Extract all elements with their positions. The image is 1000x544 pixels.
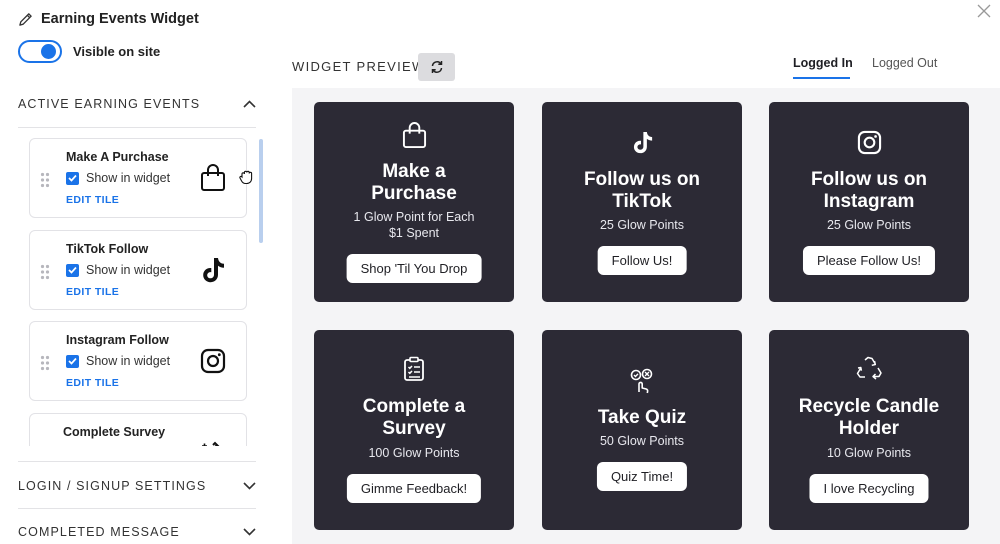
edit-tile-link[interactable]: EDIT TILE bbox=[66, 194, 119, 206]
show-in-widget-checkbox[interactable] bbox=[66, 354, 79, 368]
grab-cursor-icon bbox=[239, 170, 253, 185]
show-in-widget-row: Show in widget bbox=[66, 354, 170, 368]
magic-wand-icon bbox=[198, 436, 228, 446]
preview-card-recycle-candle-holder: Recycle Candle Holder 10 Glow Points I l… bbox=[769, 330, 969, 530]
card-subtitle: 10 Glow Points bbox=[826, 446, 912, 460]
clipboard-icon bbox=[314, 356, 514, 382]
drag-handle-icon[interactable] bbox=[40, 172, 50, 188]
card-title: Make a bbox=[382, 161, 446, 182]
widget-editor: Earning Events Widget Visible on site AC… bbox=[0, 0, 1000, 544]
recycle-icon bbox=[769, 356, 969, 382]
card-title: Purchase bbox=[371, 183, 457, 204]
card-subtitle: 25 Glow Points bbox=[599, 218, 685, 232]
visibility-row: Visible on site bbox=[18, 40, 160, 63]
card-button[interactable]: Gimme Feedback! bbox=[346, 474, 482, 503]
divider bbox=[18, 508, 256, 509]
tile-name: TikTok Follow bbox=[66, 242, 149, 256]
chevron-down-icon bbox=[242, 525, 256, 539]
card-title: Survey bbox=[382, 418, 446, 439]
instagram-icon bbox=[198, 346, 228, 376]
earning-events-list[interactable]: Make A Purchase Show in widget EDIT TILE… bbox=[29, 138, 249, 446]
refresh-button[interactable] bbox=[418, 53, 455, 81]
section-title: ACTIVE EARNING EVENTS bbox=[18, 97, 201, 111]
section-title: LOGIN / SIGNUP SETTINGS bbox=[18, 479, 207, 493]
card-button[interactable]: Follow Us! bbox=[597, 246, 687, 275]
card-subtitle: 50 Glow Points bbox=[599, 434, 685, 448]
card-subtitle: 100 Glow Points bbox=[368, 446, 460, 460]
drag-handle-icon[interactable] bbox=[40, 264, 50, 280]
refresh-icon bbox=[431, 61, 442, 73]
pencil-icon[interactable] bbox=[18, 12, 33, 27]
list-scrollbar[interactable] bbox=[259, 139, 263, 243]
chevron-up-icon bbox=[242, 97, 256, 111]
card-button[interactable]: Please Follow Us! bbox=[802, 246, 936, 275]
show-in-widget-checkbox[interactable] bbox=[66, 263, 79, 277]
settings-panel: Earning Events Widget Visible on site AC… bbox=[0, 0, 263, 544]
panel-header: Earning Events Widget bbox=[18, 11, 199, 27]
card-title: Follow us on bbox=[583, 169, 701, 190]
show-in-widget-checkbox[interactable] bbox=[66, 171, 79, 185]
card-title: Complete a bbox=[362, 396, 466, 417]
event-tile-tiktok-follow[interactable]: TikTok Follow Show in widget EDIT TILE bbox=[29, 230, 247, 310]
card-subtitle: 25 Glow Points bbox=[826, 218, 912, 232]
preview-card-tiktok: Follow us on TikTok 25 Glow Points Follo… bbox=[542, 102, 742, 302]
card-title: TikTok bbox=[612, 191, 672, 212]
tiktok-icon bbox=[542, 130, 742, 155]
event-tile-instagram-follow[interactable]: Instagram Follow Show in widget EDIT TIL… bbox=[29, 321, 247, 401]
card-button[interactable]: I love Recycling bbox=[809, 474, 929, 503]
section-completed-message[interactable]: COMPLETED MESSAGE bbox=[18, 522, 256, 542]
tile-name: Make A Purchase bbox=[66, 150, 169, 164]
show-in-widget-label: Show in widget bbox=[86, 354, 171, 368]
drag-handle-icon[interactable] bbox=[40, 355, 50, 371]
card-title: Recycle Candle bbox=[798, 396, 940, 417]
edit-tile-link[interactable]: EDIT TILE bbox=[66, 286, 119, 298]
chevron-down-icon bbox=[242, 479, 256, 493]
show-in-widget-row: Show in widget bbox=[66, 171, 170, 185]
visible-toggle[interactable] bbox=[18, 40, 62, 63]
widget-preview-label: WIDGET PREVIEW bbox=[292, 59, 426, 74]
preview-card-instagram: Follow us on Instagram 25 Glow Points Pl… bbox=[769, 102, 969, 302]
tile-name: Instagram Follow bbox=[66, 333, 169, 347]
shopping-bag-icon bbox=[314, 122, 514, 149]
tab-logged-out[interactable]: Logged Out bbox=[872, 56, 937, 70]
edit-tile-link[interactable]: EDIT TILE bbox=[66, 377, 119, 389]
widget-title: Earning Events Widget bbox=[41, 11, 199, 27]
visible-label: Visible on site bbox=[73, 44, 161, 59]
preview-card-complete-survey: Complete a Survey 100 Glow Points Gimme … bbox=[314, 330, 514, 530]
section-login-signup-settings[interactable]: LOGIN / SIGNUP SETTINGS bbox=[18, 476, 256, 496]
tile-name: Complete Survey bbox=[63, 425, 166, 439]
tab-logged-in[interactable]: Logged In bbox=[793, 56, 853, 79]
instagram-icon bbox=[769, 130, 969, 155]
card-subtitle: $1 Spent bbox=[388, 226, 440, 240]
quiz-icon bbox=[542, 368, 742, 394]
card-title: Take Quiz bbox=[597, 407, 687, 428]
show-in-widget-row: Show in widget bbox=[66, 263, 170, 277]
preview-card-take-quiz: Take Quiz 50 Glow Points Quiz Time! bbox=[542, 330, 742, 530]
card-button[interactable]: Shop 'Til You Drop bbox=[346, 254, 482, 283]
card-button[interactable]: Quiz Time! bbox=[596, 462, 688, 491]
card-subtitle: 1 Glow Point for Each bbox=[353, 210, 475, 224]
divider bbox=[18, 127, 256, 128]
event-tile-complete-survey[interactable]: Complete Survey bbox=[29, 413, 247, 446]
shopping-bag-icon bbox=[198, 163, 228, 193]
show-in-widget-label: Show in widget bbox=[86, 171, 171, 185]
divider bbox=[18, 461, 256, 462]
show-in-widget-label: Show in widget bbox=[86, 263, 171, 277]
event-tile-make-a-purchase[interactable]: Make A Purchase Show in widget EDIT TILE bbox=[29, 138, 247, 218]
tiktok-icon bbox=[198, 255, 228, 285]
preview-card-make-a-purchase: Make a Purchase 1 Glow Point for Each $1… bbox=[314, 102, 514, 302]
close-icon[interactable] bbox=[976, 3, 992, 19]
section-title: COMPLETED MESSAGE bbox=[18, 525, 180, 539]
widget-preview: Make a Purchase 1 Glow Point for Each $1… bbox=[292, 88, 1000, 544]
section-active-earning-events[interactable]: ACTIVE EARNING EVENTS bbox=[18, 94, 256, 114]
card-title: Instagram bbox=[823, 191, 915, 212]
card-title: Holder bbox=[838, 418, 900, 439]
card-title: Follow us on bbox=[810, 169, 928, 190]
